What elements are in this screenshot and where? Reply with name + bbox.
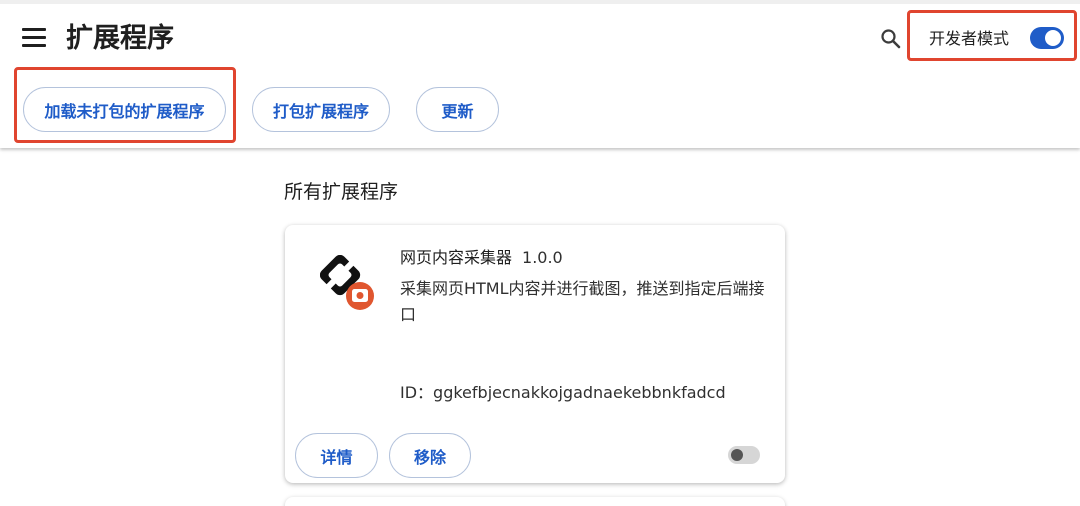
toggle-knob [731,449,743,461]
developer-mode-label: 开发者模式 [929,29,1010,48]
developer-mode-toggle[interactable] [1030,27,1064,49]
extension-id-label: ID： [400,383,434,402]
toolbar-header: 扩展程序 开发者模式 加载未打包的扩展程序 打包扩展程序 更新 [0,0,1080,148]
pack-extension-button[interactable]: 打包扩展程序 [252,87,390,132]
extension-enable-toggle[interactable] [728,446,760,464]
toggle-knob [1045,30,1061,46]
update-button[interactable]: 更新 [416,87,499,132]
details-button[interactable]: 详情 [295,433,378,478]
extension-card [285,497,785,506]
section-title: 所有扩展程序 [284,181,399,203]
remove-button[interactable]: 移除 [389,433,471,478]
top-divider [0,0,1080,4]
extension-id-value: ggkefbjecnakkojgadnaekebbnkfadcd [433,383,726,402]
extension-id: ID：ggkefbjecnakkojgadnaekebbnkfadcd [400,382,726,404]
extension-version: 1.0.0 [522,248,563,267]
extension-icon [319,254,378,313]
load-unpacked-highlight [14,67,236,143]
hamburger-menu-icon[interactable] [22,28,46,50]
extension-description: 采集网页HTML内容并进行截图，推送到指定后端接口 [400,279,765,324]
page-title: 扩展程序 [66,23,174,54]
extension-name: 网页内容采集器 1.0.0 [400,247,563,269]
search-icon[interactable] [879,27,903,51]
extension-title: 网页内容采集器 [400,248,513,267]
